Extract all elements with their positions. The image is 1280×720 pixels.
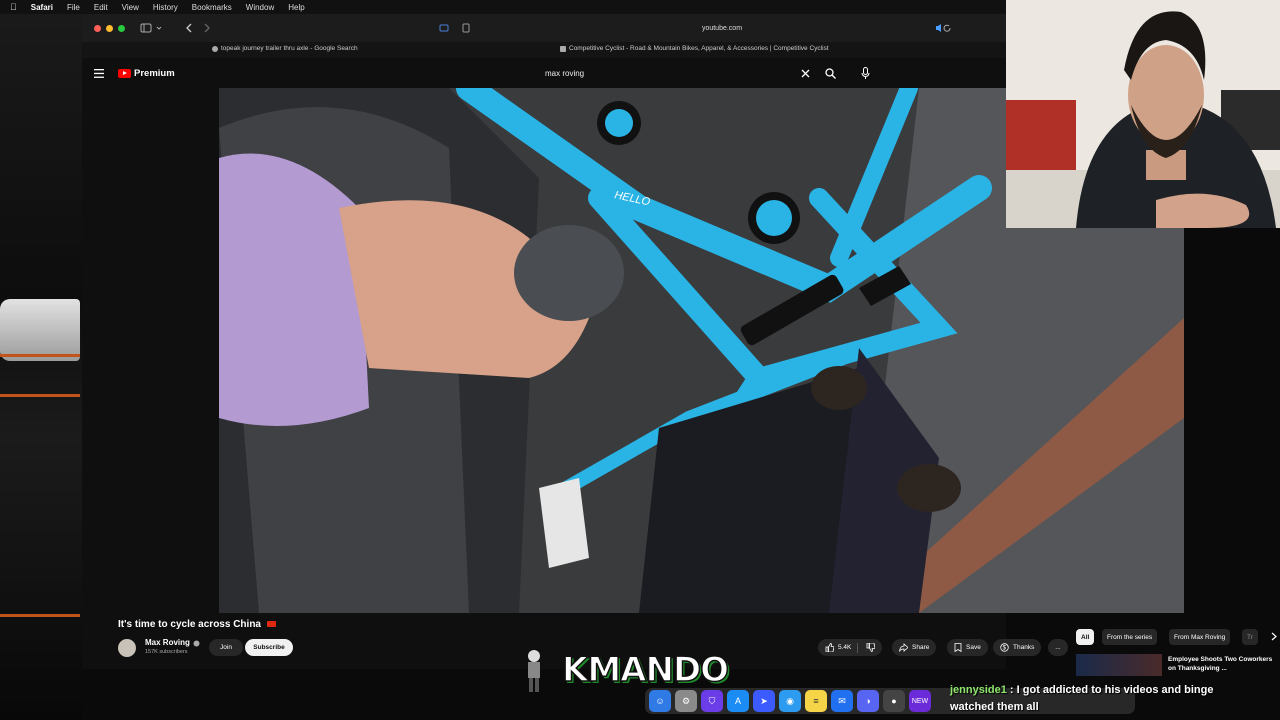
arrow-app-icon[interactable]: ➤	[753, 690, 775, 712]
chevron-right-icon[interactable]	[1270, 632, 1278, 641]
menu-view[interactable]: View	[122, 3, 139, 12]
more-actions-button[interactable]: ...	[1048, 639, 1068, 656]
search-input[interactable]: max roving	[545, 69, 584, 78]
menu-edit[interactable]: Edit	[94, 3, 108, 12]
china-flag-icon	[266, 621, 276, 627]
apple-icon[interactable]: 	[10, 2, 17, 12]
bookmark-icon	[954, 643, 962, 652]
app-store-icon[interactable]: A	[727, 690, 749, 712]
menu-app-name[interactable]: Safari	[31, 3, 53, 12]
divider	[857, 642, 859, 653]
tab-bar: topeak journey trailer thru axle - Googl…	[82, 42, 1006, 58]
browser-window: youtube.com topeak journey trailer thru …	[82, 14, 1184, 669]
channel-name[interactable]: Max Roving	[145, 638, 190, 647]
url-text: youtube.com	[701, 25, 743, 32]
verified-icon	[193, 640, 200, 647]
chat-separator: :	[1006, 684, 1017, 696]
car-image	[0, 299, 80, 361]
cc-favicon-icon	[560, 45, 566, 52]
notes-icon[interactable]: ≡	[805, 690, 827, 712]
thumbs-up-icon	[825, 643, 834, 652]
google-favicon-icon	[212, 45, 218, 52]
thumbs-down-icon[interactable]	[866, 643, 876, 652]
youtube-play-icon	[118, 69, 131, 78]
menu-history[interactable]: History	[153, 3, 178, 12]
close-window-button[interactable]	[94, 24, 101, 32]
thanks-button[interactable]: $ Thanks	[993, 639, 1042, 656]
clear-search-icon[interactable]	[801, 69, 810, 78]
tab-competitive-cyclist[interactable]: Competitive Cyclist - Road & Mountain Bi…	[560, 45, 829, 52]
chat-username: jennyside1	[950, 684, 1007, 696]
menu-window[interactable]: Window	[246, 3, 274, 12]
like-button[interactable]: 5.4K	[818, 639, 883, 656]
tab-overview-icon[interactable]	[438, 23, 450, 33]
share-button[interactable]: Share	[892, 639, 937, 656]
audio-playing-icon[interactable]	[934, 23, 958, 33]
recommended-title: Employee Shoots Two Coworkers on Thanksg…	[1168, 656, 1273, 672]
mail-icon[interactable]: ✉	[831, 690, 853, 712]
save-button[interactable]: Save	[947, 639, 988, 656]
search-icon[interactable]	[825, 68, 836, 79]
sidebar-toggle-icon[interactable]	[139, 22, 179, 34]
launchpad-icon[interactable]: ⚙	[675, 690, 697, 712]
obs-icon[interactable]: ●	[883, 690, 905, 712]
forward-icon[interactable]	[201, 22, 213, 34]
video-title: It's time to cycle across China	[118, 619, 276, 630]
streamer-logo: KMANDO	[561, 649, 730, 691]
recommended-video[interactable]: Employee Shoots Two Coworkers on Thanksg…	[1076, 654, 1280, 676]
mascot-icon	[528, 650, 540, 692]
chat-message: jennyside1 : I got addicted to his video…	[950, 682, 1260, 716]
menu-bookmarks[interactable]: Bookmarks	[192, 3, 232, 12]
webcam-image	[1006, 0, 1280, 228]
menu-file[interactable]: File	[67, 3, 80, 12]
chip-all[interactable]: All	[1076, 629, 1095, 645]
chip-from-the-series[interactable]: From the series	[1102, 629, 1158, 645]
discord-icon[interactable]: ◑	[857, 690, 879, 712]
chip-truncated[interactable]: Tr	[1242, 629, 1258, 645]
shield-icon[interactable]: ⛉	[701, 690, 723, 712]
youtube-header: Premium max roving	[82, 60, 1006, 88]
window-controls	[89, 24, 125, 32]
recommended-thumbnail	[1076, 654, 1162, 676]
finder-icon[interactable]: ☺	[649, 690, 671, 712]
recommendation-chips: All From the series From Max Roving Tr	[1076, 628, 1280, 646]
minimize-window-button[interactable]	[106, 24, 113, 32]
thanks-icon: $	[1000, 643, 1009, 652]
zoom-window-button[interactable]	[118, 24, 125, 32]
share-icon	[899, 643, 908, 652]
avatar[interactable]	[118, 639, 136, 657]
decorative-stripe	[0, 394, 80, 397]
webcam-feed	[1006, 0, 1280, 228]
new-app-icon[interactable]: NEW	[909, 690, 931, 712]
background-scene	[0, 14, 82, 720]
join-button[interactable]: Join	[209, 639, 243, 656]
safari-icon[interactable]: ◉	[779, 690, 801, 712]
channel-row: Max Roving 157K subscribers Join Subscri…	[118, 637, 1002, 659]
decorative-stripe	[0, 614, 80, 617]
chip-from-max-roving[interactable]: From Max Roving	[1169, 629, 1231, 645]
tab-google-search[interactable]: topeak journey trailer thru axle - Googl…	[212, 45, 358, 52]
decorative-stripe	[0, 354, 80, 357]
back-icon[interactable]	[183, 22, 195, 34]
subscribe-button[interactable]: Subscribe	[245, 639, 293, 656]
microphone-icon[interactable]	[861, 67, 870, 80]
menu-help[interactable]: Help	[288, 3, 304, 12]
subscriber-count: 157K subscribers	[145, 649, 188, 655]
hamburger-menu-icon[interactable]	[94, 69, 104, 78]
address-bar[interactable]: youtube.com	[462, 21, 982, 36]
youtube-premium-logo[interactable]: Premium	[118, 68, 175, 79]
